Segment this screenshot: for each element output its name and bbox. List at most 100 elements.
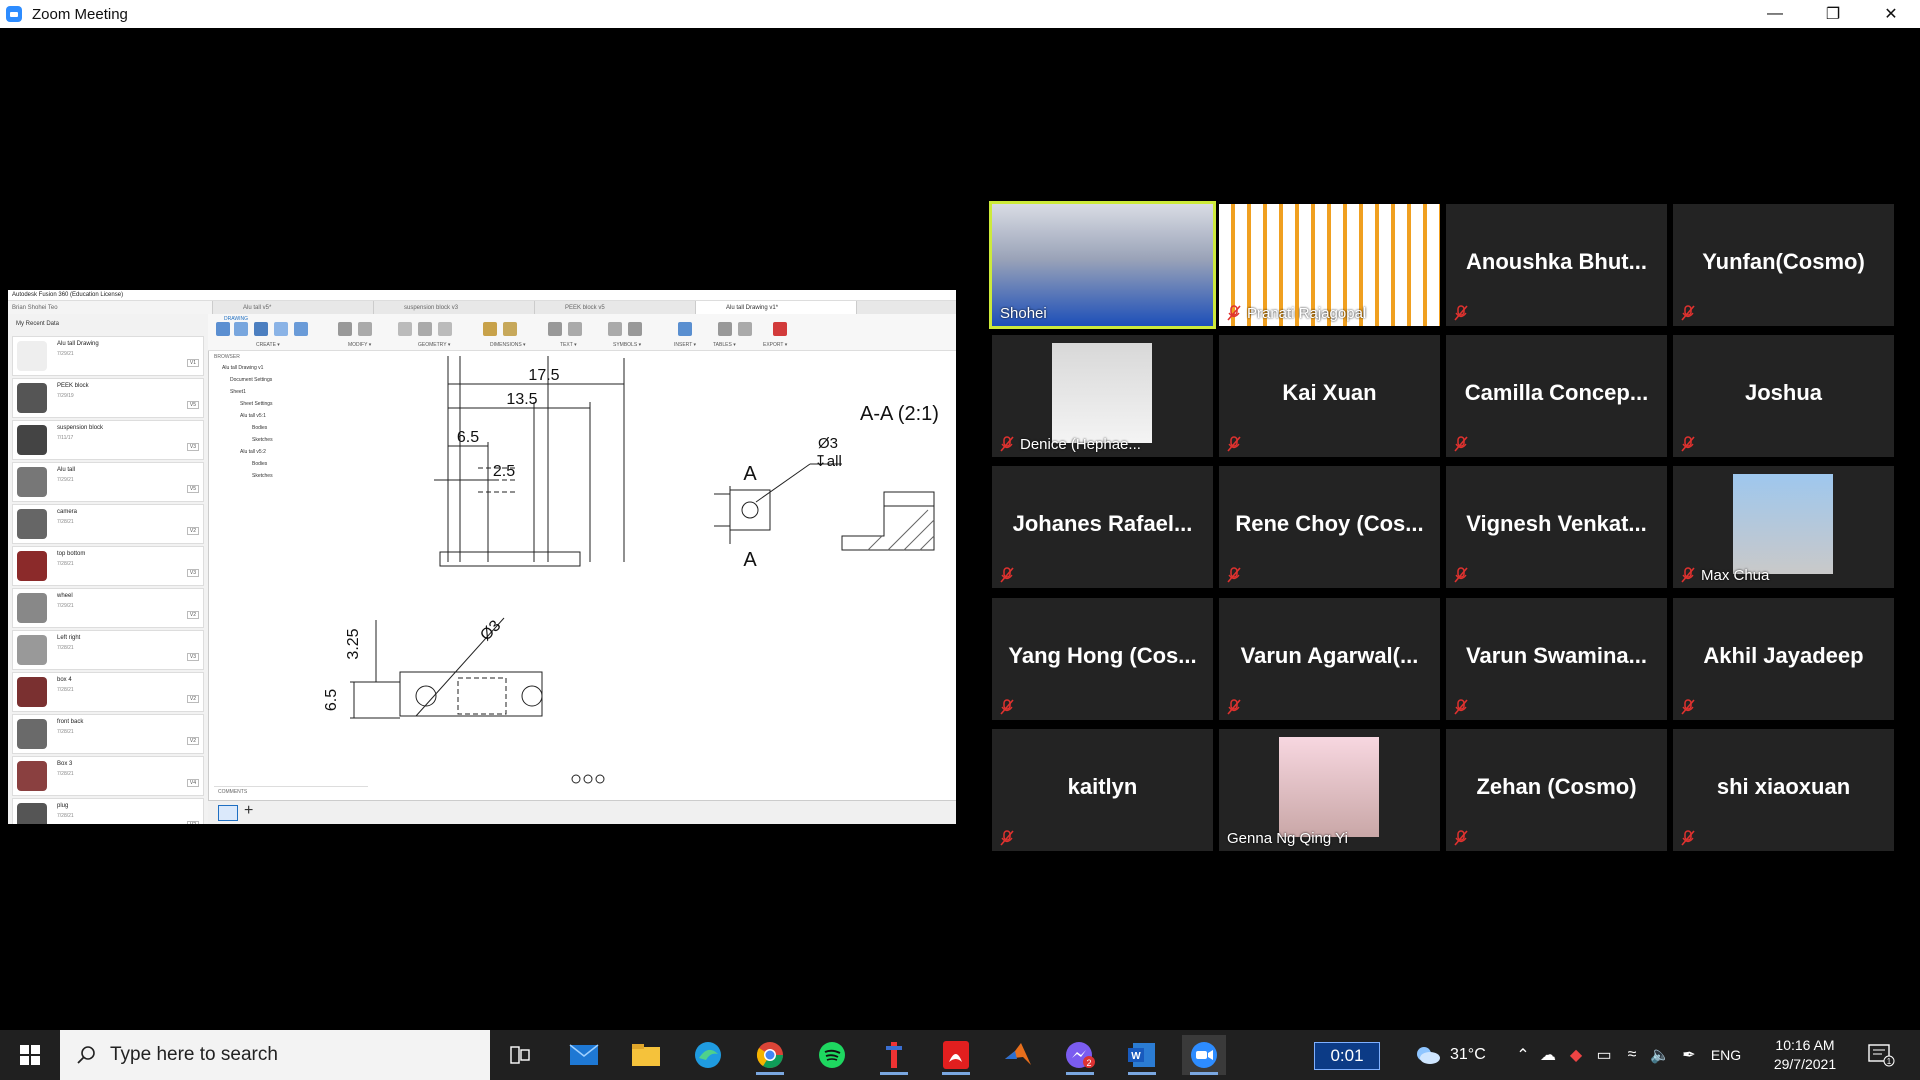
wifi-icon[interactable]: ≈ [1618,1046,1646,1064]
participant-tile[interactable]: Vignesh Venkat... [1446,466,1667,588]
rotate-icon[interactable] [358,322,372,336]
export-pdf-icon[interactable] [773,322,787,336]
data-panel-item[interactable]: Alu tall 7/29/21 V5 [12,462,204,502]
add-sheet-icon[interactable]: + [244,802,253,820]
app-tray-icon[interactable]: ◆ [1562,1045,1590,1065]
text-icon[interactable] [548,322,562,336]
hole-depth[interactable]: ↧all [814,453,842,470]
group-create[interactable]: CREATE ▾ [256,342,280,348]
dim-phi3[interactable]: Ø3 [477,617,504,644]
language-indicator[interactable]: ENG [1704,1047,1748,1063]
meeting-timer[interactable]: 0:01 [1314,1042,1380,1070]
zoom-icon[interactable] [583,774,593,784]
version-badge[interactable]: V2 [186,527,199,535]
version-badge[interactable]: V4 [186,779,199,787]
data-panel-item[interactable]: plug 7/28/21 V2 [12,798,204,824]
edge-icon[interactable] [686,1035,730,1075]
volume-icon[interactable]: 🔈 [1646,1045,1674,1065]
version-badge[interactable]: V2 [186,695,199,703]
break-view-icon[interactable] [294,322,308,336]
data-panel-item[interactable]: Alu tall Drawing 7/29/21 V1 [12,336,204,376]
version-badge[interactable]: V3 [186,569,199,577]
shared-screen[interactable]: Autodesk Fusion 360 (Education License) … [8,290,956,824]
data-panel-item[interactable]: top bottom 7/28/21 V3 [12,546,204,586]
data-panel-item[interactable]: Box 3 7/28/21 V4 [12,756,204,796]
participant-tile[interactable]: Denice (Hephae... [992,335,1213,457]
acrobat-icon[interactable] [934,1035,978,1075]
tab-peek-block[interactable]: PEEK block v5 [535,301,696,315]
system-clock[interactable]: 10:16 AM 29/7/2021 [1760,1036,1850,1074]
dim-17-5[interactable]: 17.5 [528,367,559,384]
participant-tile[interactable]: Anoushka Bhut... [1446,204,1667,326]
group-geometry[interactable]: GEOMETRY ▾ [418,342,450,348]
projected-view-icon[interactable] [234,322,248,336]
file-explorer-icon[interactable] [624,1035,668,1075]
weather-widget[interactable]: 31°C [1412,1030,1486,1080]
participant-tile[interactable]: Camilla Concep... [1446,335,1667,457]
zoom-icon[interactable] [1182,1035,1226,1075]
dim-6-5-top[interactable]: 6.5 [457,429,479,446]
participant-tile[interactable]: Yang Hong (Cos... [992,598,1213,720]
group-export[interactable]: EXPORT ▾ [763,342,787,348]
participant-tile[interactable]: Pranati Rajagopal [1219,204,1440,326]
minimize-icon[interactable]: — [1746,0,1804,28]
group-insert[interactable]: INSERT ▾ [674,342,696,348]
group-text[interactable]: TEXT ▾ [560,342,577,348]
word-icon[interactable]: W [1120,1035,1164,1075]
section-title[interactable]: A-A (2:1) [860,403,939,425]
windows-start-icon[interactable] [0,1030,60,1080]
tab-alu-tall-drawing[interactable]: Alu tall Drawing v1* [696,301,857,315]
detail-view-icon[interactable] [274,322,288,336]
pan-icon[interactable] [571,774,581,784]
insert-image-icon[interactable] [678,322,692,336]
battery-icon[interactable]: ▭ [1590,1045,1618,1065]
version-badge[interactable]: V1 [186,359,199,367]
participant-tile[interactable]: Genna Ng Qing Yi [1219,729,1440,851]
participant-tile[interactable]: kaitlyn [992,729,1213,851]
restore-icon[interactable]: ❐ [1804,0,1862,28]
create-view-icon[interactable] [216,322,230,336]
version-badge[interactable]: V5 [186,401,199,409]
chrome-icon[interactable] [748,1035,792,1075]
move-icon[interactable] [338,322,352,336]
data-panel-item[interactable]: box 4 7/28/21 V2 [12,672,204,712]
chevron-up-icon[interactable]: ⌃ [1512,1045,1534,1065]
data-panel-item[interactable]: PEEK block 7/29/19 V5 [12,378,204,418]
project-selector[interactable]: Brian Shohei Teo [8,301,213,315]
data-panel-item[interactable]: camera 7/28/21 V2 [12,504,204,544]
dim-13-5[interactable]: 13.5 [506,391,537,408]
participant-tile[interactable]: shi xiaoxuan [1673,729,1894,851]
participant-tile[interactable]: Yunfan(Cosmo) [1673,204,1894,326]
data-panel-item[interactable]: front back 7/28/21 V2 [12,714,204,754]
feature-control-icon[interactable] [628,322,642,336]
task-view-icon[interactable] [498,1035,542,1075]
hole-callout[interactable]: Ø3 [818,435,838,452]
fit-icon[interactable] [595,774,605,784]
tab-suspension-block[interactable]: suspension block v3 [374,301,535,315]
participant-tile[interactable]: Shohei [989,201,1216,329]
tab-alu-tall[interactable]: Alu tall v5* [213,301,374,315]
data-panel-item[interactable]: Left right 7/28/21 V3 [12,630,204,670]
participant-tile[interactable]: Kai Xuan [1219,335,1440,457]
participant-tile[interactable]: Varun Agarwal(... [1219,598,1440,720]
close-icon[interactable]: ✕ [1862,0,1920,28]
participant-tile[interactable]: Rene Choy (Cos... [1219,466,1440,588]
leader-icon[interactable] [568,322,582,336]
data-panel-item[interactable]: suspension block 7/11/17 V3 [12,420,204,460]
dim-3-25[interactable]: 3.25 [345,628,362,659]
dimension-icon[interactable] [483,322,497,336]
section-marker-top[interactable]: A [743,463,757,485]
group-dimensions[interactable]: DIMENSIONS ▾ [490,342,526,348]
participant-tile[interactable]: Zehan (Cosmo) [1446,729,1667,851]
version-badge[interactable]: V2 [186,611,199,619]
sheet-thumbnail[interactable] [218,805,238,821]
circle-icon[interactable] [438,322,452,336]
messenger-icon[interactable]: 2 [1058,1035,1102,1075]
version-badge[interactable]: V5 [186,485,199,493]
version-badge[interactable]: V2 [186,737,199,745]
tool-icon[interactable] [872,1035,916,1075]
version-badge[interactable]: V3 [186,653,199,661]
section-marker-bottom[interactable]: A [743,549,757,571]
pen-icon[interactable]: ✒ [1674,1045,1704,1065]
spotify-icon[interactable] [810,1035,854,1075]
